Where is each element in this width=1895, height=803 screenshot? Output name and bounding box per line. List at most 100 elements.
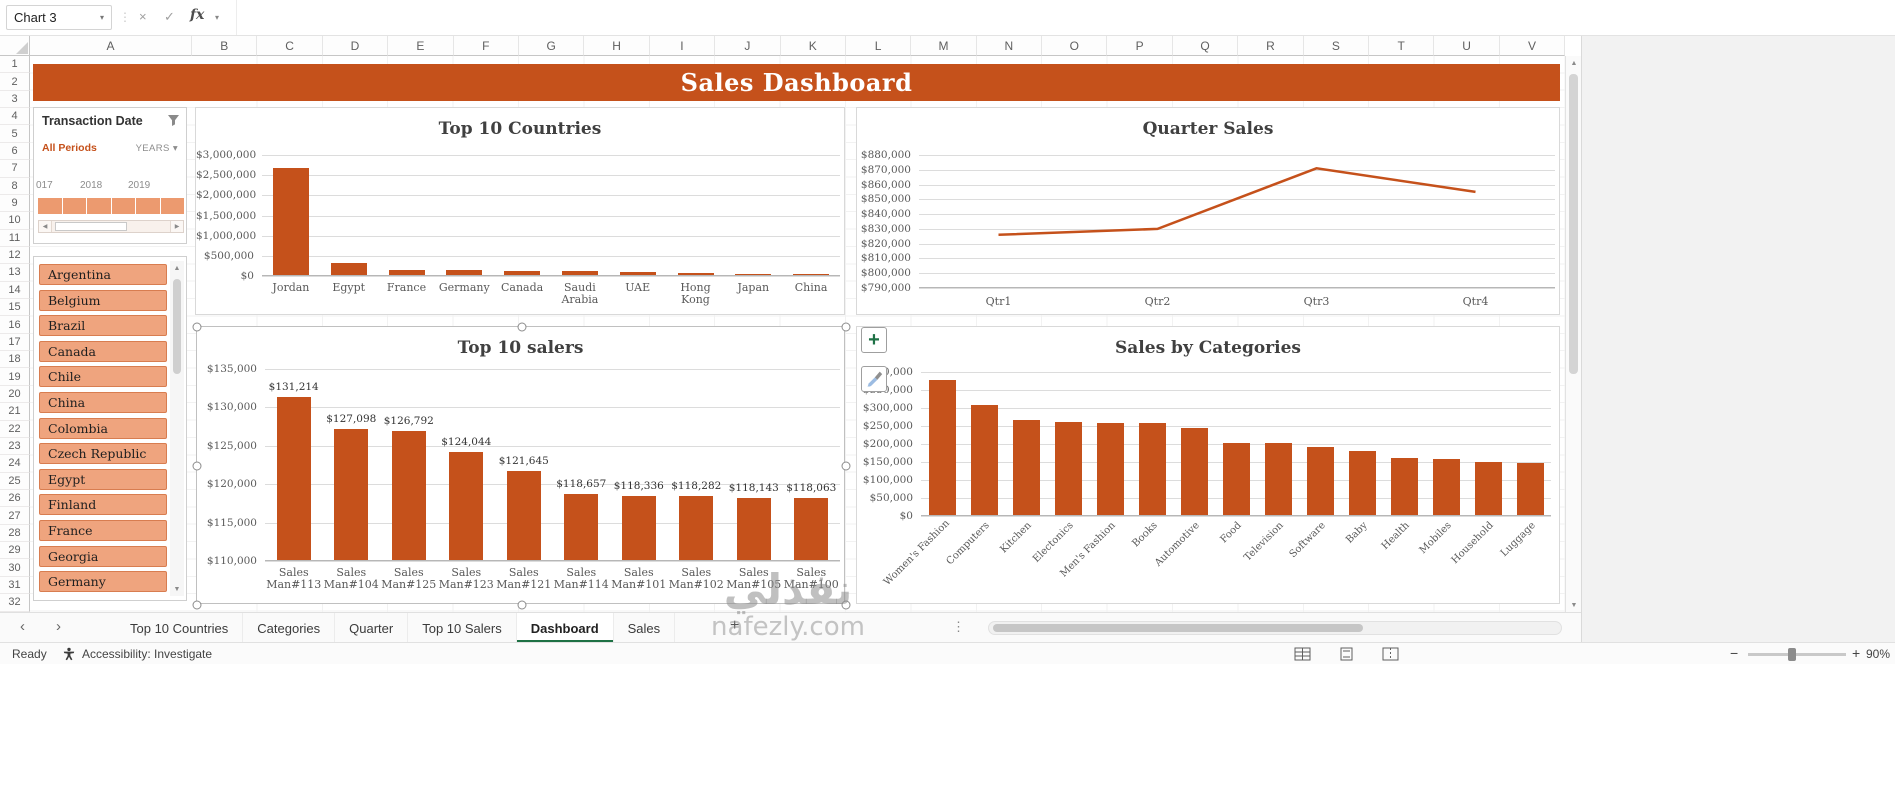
selection-handle[interactable]	[192, 600, 202, 610]
column-header-h[interactable]: H	[584, 36, 650, 56]
slicer-item-georgia[interactable]: Georgia	[39, 545, 167, 567]
zoom-slider[interactable]	[1748, 648, 1846, 661]
column-header-u[interactable]: U	[1434, 36, 1500, 56]
selection-handle[interactable]	[192, 322, 202, 332]
column-header-a[interactable]: A	[30, 36, 192, 56]
column-header-m[interactable]: M	[911, 36, 977, 56]
column-header-b[interactable]: B	[192, 36, 258, 56]
row-header-26[interactable]: 26	[0, 489, 30, 508]
selection-handle[interactable]	[841, 600, 851, 610]
formula-input[interactable]	[236, 0, 1895, 35]
slicer-scrollbar-thumb[interactable]	[173, 279, 181, 374]
column-header-s[interactable]: S	[1303, 36, 1370, 56]
row-header-4[interactable]: 4	[0, 108, 30, 126]
row-header-31[interactable]: 31	[0, 576, 30, 595]
zoom-level[interactable]: 90%	[1866, 647, 1890, 661]
timeline-bar-segment[interactable]	[136, 198, 160, 214]
column-header-t[interactable]: T	[1369, 36, 1435, 56]
insert-function-icon[interactable]: fx	[190, 7, 204, 23]
cancel-icon[interactable]: ×	[139, 9, 147, 24]
row-header-2[interactable]: 2	[0, 73, 30, 91]
column-header-j[interactable]: J	[715, 36, 781, 56]
timeline-bar-segment[interactable]	[87, 198, 111, 214]
row-header-25[interactable]: 25	[0, 472, 30, 490]
vertical-scrollbar[interactable]: ▲ ▼	[1565, 56, 1581, 612]
sheet-tab-dashboard[interactable]: Dashboard	[516, 613, 614, 643]
chart-top10-countries[interactable]: Top 10 Countries $3,000,000 $2,500,000 $2,0…	[195, 107, 845, 315]
row-header-18[interactable]: 18	[0, 351, 30, 369]
scroll-right-icon[interactable]: ▶	[170, 221, 183, 232]
normal-view-icon[interactable]	[1294, 647, 1311, 666]
row-header-6[interactable]: 6	[0, 142, 30, 161]
page-break-view-icon[interactable]	[1382, 647, 1399, 666]
column-header-k[interactable]: K	[780, 36, 846, 56]
scroll-left-icon[interactable]: ◀	[39, 221, 52, 232]
row-header-5[interactable]: 5	[0, 125, 30, 143]
row-header-24[interactable]: 24	[0, 455, 30, 473]
scroll-up-icon[interactable]: ▲	[170, 261, 184, 275]
scroll-down-icon[interactable]: ▼	[170, 582, 184, 596]
row-header-3[interactable]: 3	[0, 90, 30, 109]
slicer-scrollbar[interactable]: ▲ ▼	[170, 261, 184, 596]
name-box[interactable]: Chart 3 ▾	[6, 5, 112, 30]
formula-bar-expand-icon[interactable]: ▾	[215, 13, 219, 22]
selection-handle[interactable]	[841, 322, 851, 332]
zoom-out-button[interactable]: −	[1730, 645, 1738, 661]
column-header-p[interactable]: P	[1107, 36, 1173, 56]
sheet-tab-top-10-salers[interactable]: Top 10 Salers	[408, 613, 517, 643]
column-header-n[interactable]: N	[976, 36, 1043, 56]
clear-filter-icon[interactable]	[167, 114, 180, 132]
status-accessibility[interactable]: Accessibility: Investigate	[82, 647, 212, 661]
row-header-27[interactable]: 27	[0, 507, 30, 525]
add-sheet-button[interactable]: +	[730, 617, 739, 635]
column-header-i[interactable]: I	[649, 36, 716, 56]
column-header-c[interactable]: C	[257, 36, 323, 56]
vertical-scrollbar-thumb[interactable]	[1569, 74, 1578, 374]
timeline-bar-segment[interactable]	[38, 198, 62, 214]
row-header-15[interactable]: 15	[0, 299, 30, 317]
horizontal-scrollbar-thumb[interactable]	[993, 624, 1363, 632]
row-header-20[interactable]: 20	[0, 385, 30, 404]
timeline-bar-segment[interactable]	[160, 198, 184, 214]
zoom-slider-thumb[interactable]	[1788, 648, 1796, 661]
tab-nav-left-icon[interactable]: ‹	[20, 618, 25, 635]
sheet-tab-categories[interactable]: Categories	[243, 613, 336, 643]
row-header-17[interactable]: 17	[0, 333, 30, 352]
selection-handle[interactable]	[517, 322, 526, 332]
column-header-r[interactable]: R	[1238, 36, 1304, 56]
column-header-d[interactable]: D	[322, 36, 389, 56]
column-header-f[interactable]: F	[453, 36, 519, 56]
column-header-g[interactable]: G	[518, 36, 585, 56]
row-header-23[interactable]: 23	[0, 437, 30, 456]
row-header-1[interactable]: 1	[0, 56, 30, 74]
horizontal-scrollbar[interactable]	[988, 621, 1562, 635]
row-header-11[interactable]: 11	[0, 229, 30, 247]
timeline-bar-segment[interactable]	[62, 198, 86, 214]
column-header-q[interactable]: Q	[1172, 36, 1239, 56]
zoom-in-button[interactable]: +	[1852, 645, 1860, 661]
chart-styles-button[interactable]	[861, 366, 887, 392]
tab-overflow-icon[interactable]: ⋮	[952, 619, 965, 635]
column-header-e[interactable]: E	[388, 36, 454, 56]
row-header-13[interactable]: 13	[0, 264, 30, 282]
scroll-down-icon[interactable]: ▼	[1566, 598, 1582, 612]
slicer-item-canada[interactable]: Canada	[39, 340, 167, 362]
slicer-item-czech-republic[interactable]: Czech Republic	[39, 443, 167, 465]
column-header-l[interactable]: L	[845, 36, 912, 56]
slicer-item-egypt[interactable]: Egypt	[39, 468, 167, 490]
timeline-range-bar[interactable]	[38, 198, 184, 214]
slicer-item-finland[interactable]: Finland	[39, 494, 167, 516]
row-header-30[interactable]: 30	[0, 559, 30, 577]
select-all-corner[interactable]	[0, 36, 30, 56]
sheet-tab-quarter[interactable]: Quarter	[335, 613, 409, 643]
row-header-32[interactable]: 32	[0, 594, 30, 612]
timeline-level-dropdown[interactable]: YEARS ▾	[136, 143, 178, 154]
selection-handle[interactable]	[517, 600, 526, 610]
row-header-9[interactable]: 9	[0, 194, 30, 213]
slicer-item-belgium[interactable]: Belgium	[39, 289, 167, 311]
timeline-bar-segment[interactable]	[111, 198, 135, 214]
row-header-28[interactable]: 28	[0, 524, 30, 543]
tab-nav-right-icon[interactable]: ›	[56, 618, 61, 635]
sheet-tab-sales[interactable]: Sales	[614, 613, 676, 643]
row-header-10[interactable]: 10	[0, 212, 30, 230]
